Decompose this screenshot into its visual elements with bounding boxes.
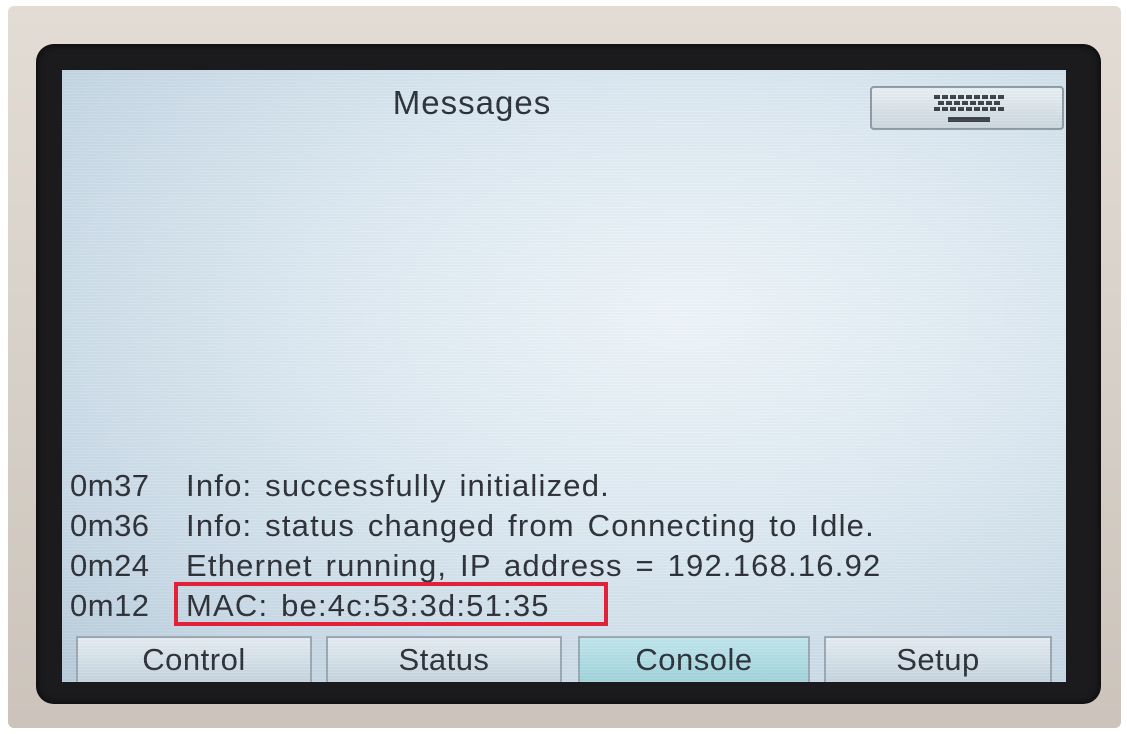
page-title: Messages [392,84,552,121]
log-time: 0m12 [70,588,150,623]
tab-console[interactable]: Console [578,636,810,682]
tab-control[interactable]: Control [76,636,312,682]
tab-bar: Control Status Console Setup [62,634,1066,682]
keyboard-icon [934,95,1004,122]
tab-status[interactable]: Status [326,636,562,682]
log-message: Ethernet running, IP address = 192.168.1… [186,548,882,583]
keyboard-button[interactable] [870,86,1064,130]
log-time: 0m24 [70,548,150,583]
log-entry: 0m36 Info: status changed from Connecting… [70,506,1060,546]
log-time: 0m37 [70,468,150,503]
tab-setup[interactable]: Setup [824,636,1052,682]
log-message: Info: successfully initialized. [186,468,610,503]
log-entry: 0m37 Info: successfully initialized. [70,466,1060,506]
log-message: Info: status changed from Connecting to … [186,508,875,543]
mac-address-highlight [174,582,608,626]
log-time: 0m36 [70,508,150,543]
log-entry: 0m24 Ethernet running, IP address = 192.1… [70,546,1060,586]
